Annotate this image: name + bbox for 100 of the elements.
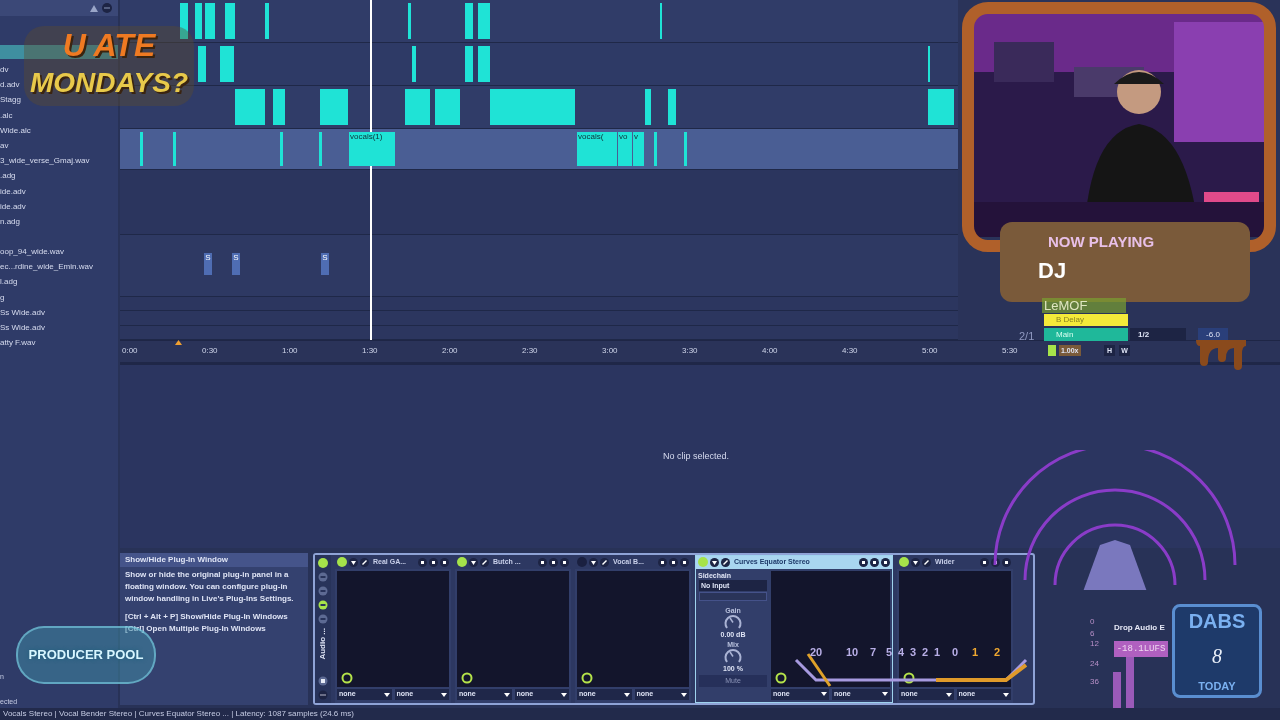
automation-marker[interactable]: S	[204, 252, 212, 275]
file-item[interactable]: Ss Wide.adv	[0, 304, 45, 320]
audio-clip[interactable]	[198, 46, 206, 83]
more-icon[interactable]	[440, 557, 449, 567]
audio-clip[interactable]	[478, 3, 490, 40]
audio-clip[interactable]	[412, 46, 416, 83]
ring-icon[interactable]	[581, 672, 593, 684]
audio-clip[interactable]	[180, 3, 188, 40]
more-icon[interactable]	[1002, 557, 1011, 567]
fold-icon[interactable]	[710, 557, 719, 567]
ring-icon[interactable]	[903, 672, 915, 684]
caret-icon[interactable]	[681, 692, 687, 697]
wrench-icon[interactable]	[721, 557, 730, 567]
audio-clip[interactable]	[405, 89, 430, 126]
caret-icon[interactable]	[882, 692, 888, 697]
audio-clip[interactable]	[684, 132, 687, 167]
wrench-icon[interactable]	[360, 557, 369, 567]
file-item[interactable]: .alc	[0, 107, 13, 123]
input-field[interactable]	[699, 591, 767, 601]
automation-marker[interactable]: S	[232, 252, 240, 275]
audio-clip[interactable]	[654, 132, 657, 167]
file-item[interactable]: dv	[0, 62, 9, 78]
caret-icon[interactable]	[383, 692, 390, 697]
ring-icon[interactable]	[775, 671, 787, 684]
power-button[interactable]	[457, 557, 467, 567]
scale-number: 2	[994, 645, 1001, 660]
power-button[interactable]	[318, 558, 328, 568]
file-item[interactable]: d.adv	[0, 77, 20, 93]
audio-clip[interactable]	[173, 132, 176, 167]
audio-clip[interactable]	[320, 89, 348, 126]
audio-clip[interactable]	[235, 89, 265, 126]
scale-number: 4	[898, 645, 905, 660]
caret-icon[interactable]	[503, 692, 510, 697]
audio-clip[interactable]	[465, 46, 473, 83]
caret-icon[interactable]	[821, 692, 827, 697]
file-item[interactable]: l.adg	[0, 274, 18, 290]
caret-icon[interactable]	[441, 692, 447, 697]
caret-icon[interactable]	[561, 692, 567, 697]
time-label: 3:00	[602, 345, 618, 357]
audio-clip[interactable]	[490, 89, 575, 126]
wrench-icon[interactable]	[600, 557, 609, 567]
audio-clip[interactable]: vocals(1)	[349, 132, 395, 167]
file-item[interactable]: ec...rdine_wide_Emin.wav	[0, 259, 93, 275]
empty-message: No clip selected.	[662, 449, 729, 463]
file-item[interactable]: oop_94_wide.wav	[0, 244, 65, 260]
power-button[interactable]	[337, 557, 347, 567]
audio-clip[interactable]	[435, 89, 460, 126]
caret-icon[interactable]	[1003, 692, 1009, 697]
more-icon[interactable]	[881, 557, 890, 567]
audio-clip[interactable]	[195, 3, 202, 40]
file-item[interactable]: Ss Wide.adv	[0, 320, 45, 336]
more-icon[interactable]	[680, 557, 689, 567]
rack-control-icon[interactable]	[318, 600, 328, 610]
audio-clip[interactable]	[280, 132, 283, 167]
fold-icon[interactable]	[469, 557, 478, 567]
file-item[interactable]: g	[0, 289, 5, 305]
triangle-icon[interactable]	[90, 4, 98, 12]
fold-icon[interactable]	[911, 557, 920, 567]
drop-label: Drop Audio E	[1114, 622, 1165, 634]
audio-clip[interactable]	[465, 3, 473, 40]
time-label: 5:00	[922, 345, 938, 357]
power-button[interactable]	[899, 557, 909, 567]
audio-clip[interactable]	[225, 3, 235, 40]
file-item[interactable]: Wide.alc	[0, 122, 31, 138]
audio-clip[interactable]: vocals(	[577, 132, 617, 167]
caret-icon[interactable]	[623, 692, 630, 697]
badge-count: 8	[1212, 645, 1222, 667]
more-icon[interactable]	[560, 557, 569, 567]
fold-icon[interactable]	[349, 557, 358, 567]
ring-icon[interactable]	[341, 672, 353, 684]
file-item[interactable]: 3_wide_verse_Gmaj.wav	[0, 153, 90, 169]
audio-clip[interactable]	[205, 3, 215, 40]
audio-clip[interactable]	[273, 89, 285, 126]
audio-clip[interactable]	[408, 3, 411, 40]
audio-clip[interactable]: vo	[618, 132, 632, 167]
audio-clip[interactable]	[319, 132, 322, 167]
audio-clip[interactable]	[265, 3, 269, 40]
audio-clip[interactable]	[645, 89, 651, 126]
audio-clip[interactable]	[668, 89, 676, 126]
file-item[interactable]: ide.adv	[0, 183, 26, 199]
time-label: 1:00	[282, 345, 298, 357]
file-item[interactable]: n.adg	[0, 213, 21, 230]
wrench-icon[interactable]	[480, 557, 489, 567]
knob-icon[interactable]	[724, 648, 742, 664]
division-dropdown[interactable]: 1/2	[1130, 328, 1186, 341]
wrench-icon[interactable]	[922, 557, 931, 567]
audio-clip[interactable]	[140, 132, 143, 167]
file-item[interactable]: atty F.wav	[0, 335, 36, 351]
caret-icon[interactable]	[945, 692, 952, 697]
fold-icon[interactable]	[589, 557, 598, 567]
audio-clip[interactable]	[478, 46, 490, 83]
knob-icon[interactable]	[724, 614, 742, 630]
ring-icon[interactable]	[461, 672, 473, 684]
file-item[interactable]: av	[0, 137, 9, 154]
automation-marker[interactable]: S	[321, 252, 329, 275]
loudness-reading: -18.1LUFS	[1114, 641, 1168, 657]
file-item[interactable]: .adg	[0, 168, 16, 184]
audio-clip[interactable]	[928, 89, 954, 126]
file-item[interactable]: Stagg	[0, 92, 21, 108]
file-item[interactable]: ide.adv	[0, 198, 26, 214]
